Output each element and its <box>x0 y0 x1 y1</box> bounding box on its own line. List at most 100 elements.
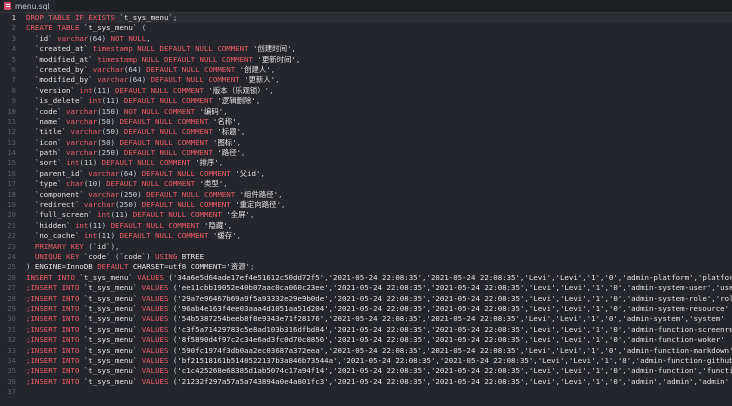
editor-body[interactable]: 1 2 3 4 5 6 7 8 9 10 11 12 13 14 15 16 17 18 19 20 21 22 23 24 2… <box>0 13 732 406</box>
code-token: ), <box>110 241 120 251</box>
code-token: ('8f5890d4f97c2c34e6ad3fc0d70c0856','202… <box>172 335 725 345</box>
line-number: 34 <box>7 355 16 365</box>
code-line[interactable]: `modified_by` varchar(64) DEFAULT NULL C… <box>26 75 732 85</box>
code-token: BTREE <box>181 251 205 261</box>
line-number: 24 <box>7 251 16 261</box>
code-line[interactable]: `id` varchar(64) NOT NULL, <box>26 34 732 44</box>
code-token: , <box>146 33 151 43</box>
code-token: DEFAULT NULL COMMENT <box>150 75 245 85</box>
code-line[interactable]: ) ENGINE=InnoDB DEFAULT CHARSET=utf8 COM… <box>26 262 732 272</box>
code-token: UNIQUE KEY <box>26 251 84 261</box>
code-token: `t_sys_menu` <box>83 283 142 293</box>
code-token: ) <box>146 251 156 261</box>
line-number: 2 <box>11 23 16 33</box>
code-token: ;INSERT INTO <box>26 376 84 386</box>
code-token: ;INSERT INTO <box>26 303 84 313</box>
code-line[interactable]: UNIQUE KEY `code` (`code`) USING BTREE <box>26 252 732 262</box>
code-token: , <box>295 54 301 64</box>
code-line[interactable]: ;INSERT INTO `t_sys_menu` VALUES ('96ab4… <box>26 304 732 314</box>
code-token: NULL DEFAULT NULL COMMENT <box>137 44 253 54</box>
code-token: '图标' <box>212 137 237 147</box>
code-token: DEFAULT NULL COMMENT <box>132 210 227 220</box>
code-line[interactable]: ;INSERT INTO `t_sys_menu` VALUES ('ee11c… <box>26 283 732 293</box>
code-line[interactable]: `modified_at` timestamp NULL DEFAULT NUL… <box>26 55 732 65</box>
code-line[interactable]: ;INSERT INTO `t_sys_menu` VALUES ('bf215… <box>26 356 732 366</box>
code-token: VALUES <box>137 272 169 282</box>
code-editor: menu.sql 1 2 3 4 5 6 7 8 9 10 11 12 13 14 15 16 17 18 19 20… <box>0 0 732 406</box>
code-token: `type` <box>26 179 67 189</box>
code-line[interactable]: `name` varchar(50) DEFAULT NULL COMMENT … <box>26 117 732 127</box>
code-token: '逻辑删除' <box>217 96 256 106</box>
code-token: CREATE TABLE <box>26 23 84 33</box>
code-token: int <box>79 85 93 95</box>
code-line[interactable]: DROP TABLE IF EXISTS `t_sys_menu`; <box>26 13 732 24</box>
code-line[interactable]: `hidden` int(11) DEFAULT NULL COMMENT '隐… <box>26 221 732 231</box>
code-token: '全屏' <box>226 210 250 220</box>
code-line[interactable]: `version` int(11) DEFAULT NULL COMMENT '… <box>26 86 732 96</box>
code-token: ;INSERT INTO <box>26 345 84 355</box>
code-line[interactable]: `sort` int(11) DEFAULT NULL COMMENT '排序'… <box>26 158 732 168</box>
code-line[interactable]: `type` char(10) DEFAULT NULL COMMENT '类型… <box>26 179 732 189</box>
code-token: varchar <box>57 33 89 43</box>
code-token: '组件路径' <box>239 189 279 199</box>
code-token: varchar <box>66 148 98 158</box>
code-line[interactable]: `full_screen` int(11) DEFAULT NULL COMME… <box>26 210 732 220</box>
code-token: `code` <box>119 251 147 261</box>
code-token: `component` <box>26 189 89 199</box>
code-token: VALUES <box>141 335 173 345</box>
line-number: 36 <box>7 376 16 386</box>
code-token: '重定向路径' <box>235 200 282 210</box>
code-line[interactable]: `parent_id` varchar(64) DEFAULT NULL COM… <box>26 169 732 179</box>
code-line[interactable]: `title` varchar(50) DEFAULT NULL COMMENT… <box>26 127 732 137</box>
code-token: ('c1c425268e68385d1ab5074c17a94f14','202… <box>172 366 732 376</box>
code-token: (50) <box>97 116 120 126</box>
code-line[interactable]: ;INSERT INTO `t_sys_menu` VALUES ('54b53… <box>26 314 732 324</box>
line-number: 21 <box>7 220 16 230</box>
code-token: , <box>249 210 255 220</box>
code-token: `redirect` <box>26 200 84 210</box>
code-token: '路径' <box>217 148 242 158</box>
line-number: 33 <box>7 345 16 355</box>
code-line[interactable]: `path` varchar(250) DEFAULT NULL COMMENT… <box>26 148 732 158</box>
tab-menu-sql[interactable]: menu.sql <box>2 0 56 12</box>
code-area[interactable]: DROP TABLE IF EXISTS `t_sys_menu`; CREATE… <box>22 13 732 406</box>
code-token: DEFAULT NULL COMMENT <box>106 179 200 189</box>
code-token: VALUES <box>141 293 173 303</box>
code-token: ; <box>172 13 178 22</box>
code-line[interactable]: ;INSERT INTO `t_sys_menu` VALUES ('21232… <box>26 377 732 387</box>
code-line[interactable]: PRIMARY KEY (`id`), <box>26 242 732 252</box>
code-line[interactable]: `no_cache` int(11) DEFAULT NULL COMMENT … <box>26 231 732 241</box>
code-token: ) <box>26 262 35 272</box>
code-token: VALUES <box>141 376 173 386</box>
line-number: 18 <box>7 189 16 199</box>
code-token: DEFAULT NULL COMMENT <box>146 189 240 199</box>
code-token: (11) <box>97 231 120 241</box>
code-line[interactable]: ;INSERT INTO `t_sys_menu` VALUES ('590fc… <box>26 346 732 356</box>
code-line[interactable]: `component` varchar(250) DEFAULT NULL CO… <box>26 190 732 200</box>
line-number: 19 <box>7 200 16 210</box>
code-line[interactable]: INSERT INTO `t_sys_menu` VALUES ('34a6e5… <box>26 273 732 283</box>
code-line[interactable]: ;INSERT INTO `t_sys_menu` VALUES ('c3f5a… <box>26 325 732 335</box>
code-line[interactable]: `is_delete` int(11) DEFAULT NULL COMMENT… <box>26 96 732 106</box>
code-token: `code` <box>83 251 116 261</box>
code-token: `is_delete` <box>26 96 89 106</box>
line-number: 7 <box>11 75 16 85</box>
code-token: , <box>278 189 283 199</box>
code-line[interactable] <box>26 387 732 397</box>
code-token: '排序' <box>195 158 219 168</box>
code-line[interactable]: `code` varchar(150) NOT NULL COMMENT '编码… <box>26 107 732 117</box>
code-token: varchar <box>66 116 98 126</box>
code-line[interactable]: `redirect` varchar(250) DEFAULT NULL COM… <box>26 200 732 210</box>
code-line[interactable]: `icon` varchar(50) DEFAULT NULL COMMENT … <box>26 138 732 148</box>
code-token: , <box>281 200 286 210</box>
line-number: 35 <box>7 366 16 376</box>
tab-filename: menu.sql <box>15 1 50 11</box>
code-line[interactable]: ;INSERT INTO `t_sys_menu` VALUES ('29a7e… <box>26 294 732 304</box>
code-line[interactable]: `created_by` varchar(64) DEFAULT NULL CO… <box>26 65 732 75</box>
code-line[interactable]: CREATE TABLE `t_sys_menu` ( <box>26 23 732 33</box>
code-line[interactable]: `created_at` timestamp NULL DEFAULT NULL… <box>26 44 732 54</box>
code-token: ('590fc1974f3db0aa2ec03687a372eea','2021… <box>172 345 732 355</box>
code-token: (64) <box>88 33 111 43</box>
code-line[interactable]: ;INSERT INTO `t_sys_menu` VALUES ('c1c42… <box>26 366 732 376</box>
code-line[interactable]: ;INSERT INTO `t_sys_menu` VALUES ('8f589… <box>26 335 732 345</box>
